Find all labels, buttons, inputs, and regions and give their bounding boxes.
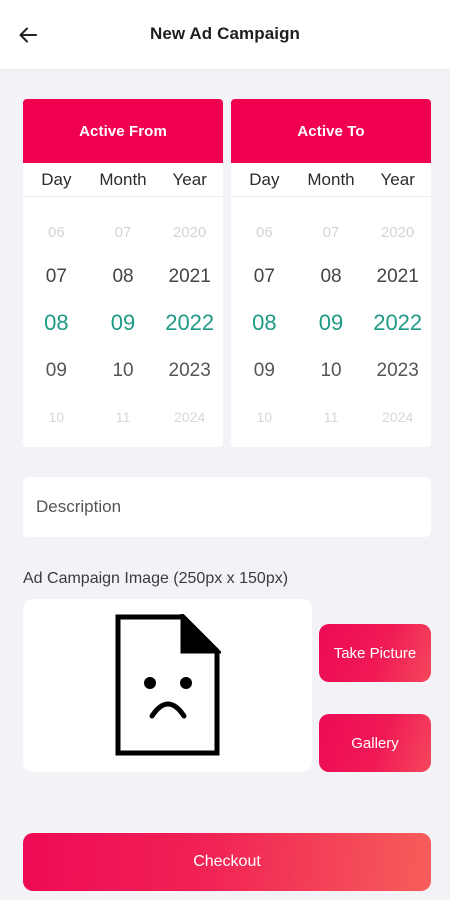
day-option[interactable]: 07 bbox=[231, 266, 298, 288]
year-option[interactable]: 2023 bbox=[364, 360, 431, 382]
wheel-row-selected: 08 09 2022 bbox=[231, 310, 431, 336]
month-option[interactable]: 10 bbox=[298, 360, 365, 382]
day-option[interactable]: 10 bbox=[231, 409, 298, 425]
wheel-row: 09 10 2023 bbox=[23, 360, 223, 382]
active-to-picker: Active To Day Month Year 06 07 2020 07 0… bbox=[231, 99, 431, 447]
wheel-row: 07 08 2021 bbox=[23, 266, 223, 288]
month-option[interactable]: 11 bbox=[298, 409, 365, 425]
month-option[interactable]: 08 bbox=[298, 266, 365, 288]
selected-day[interactable]: 08 bbox=[231, 310, 298, 336]
active-to-title: Active To bbox=[231, 99, 431, 163]
gallery-button[interactable]: Gallery bbox=[319, 714, 431, 772]
year-option[interactable]: 2024 bbox=[156, 409, 223, 425]
day-option[interactable]: 07 bbox=[23, 266, 90, 288]
month-option[interactable]: 10 bbox=[90, 360, 157, 382]
year-option[interactable]: 2020 bbox=[156, 224, 223, 241]
wheel-row: 06 07 2020 bbox=[231, 224, 431, 241]
sad-file-icon bbox=[115, 614, 221, 756]
month-option[interactable]: 11 bbox=[90, 409, 157, 425]
month-option[interactable]: 08 bbox=[90, 266, 157, 288]
wheel-row: 06 07 2020 bbox=[23, 224, 223, 241]
wheel-row-selected: 08 09 2022 bbox=[23, 310, 223, 336]
page-title: New Ad Campaign bbox=[149, 24, 301, 43]
day-option[interactable]: 09 bbox=[231, 360, 298, 382]
month-option[interactable]: 07 bbox=[90, 224, 157, 241]
day-column-header: Day bbox=[249, 170, 280, 189]
day-option[interactable]: 09 bbox=[23, 360, 90, 382]
active-from-title: Active From bbox=[23, 99, 223, 163]
selected-month[interactable]: 09 bbox=[298, 310, 365, 336]
app-bar: New Ad Campaign bbox=[0, 0, 450, 70]
year-option[interactable]: 2020 bbox=[364, 224, 431, 241]
wheel-row: 09 10 2023 bbox=[231, 360, 431, 382]
year-option[interactable]: 2024 bbox=[364, 409, 431, 425]
wheel-row: 07 08 2021 bbox=[231, 266, 431, 288]
selected-year[interactable]: 2022 bbox=[364, 310, 431, 336]
selected-month[interactable]: 09 bbox=[90, 310, 157, 336]
month-column-header: Month bbox=[307, 170, 355, 189]
selected-year[interactable]: 2022 bbox=[156, 310, 223, 336]
description-input[interactable] bbox=[23, 477, 431, 537]
day-option[interactable]: 06 bbox=[231, 224, 298, 241]
year-column-header: Year bbox=[380, 170, 415, 189]
day-column-header: Day bbox=[41, 170, 72, 189]
year-column-header: Year bbox=[172, 170, 207, 189]
year-option[interactable]: 2021 bbox=[364, 266, 431, 288]
image-preview bbox=[23, 599, 312, 772]
active-from-picker: Active From Day Month Year 06 07 2020 07… bbox=[23, 99, 223, 447]
year-option[interactable]: 2023 bbox=[156, 360, 223, 382]
year-option[interactable]: 2021 bbox=[156, 266, 223, 288]
wheel-row: 10 11 2024 bbox=[23, 409, 223, 425]
day-option[interactable]: 10 bbox=[23, 409, 90, 425]
day-option[interactable]: 06 bbox=[23, 224, 90, 241]
image-section-label: Ad Campaign Image (250px x 150px) bbox=[23, 570, 289, 587]
checkout-button[interactable]: Checkout bbox=[23, 833, 431, 891]
month-column-header: Month bbox=[99, 170, 147, 189]
month-option[interactable]: 07 bbox=[298, 224, 365, 241]
picker-column-headers: Day Month Year bbox=[231, 163, 431, 197]
wheel-row: 10 11 2024 bbox=[231, 409, 431, 425]
selected-day[interactable]: 08 bbox=[23, 310, 90, 336]
picker-column-headers: Day Month Year bbox=[23, 163, 223, 197]
take-picture-button[interactable]: Take Picture bbox=[319, 624, 431, 682]
